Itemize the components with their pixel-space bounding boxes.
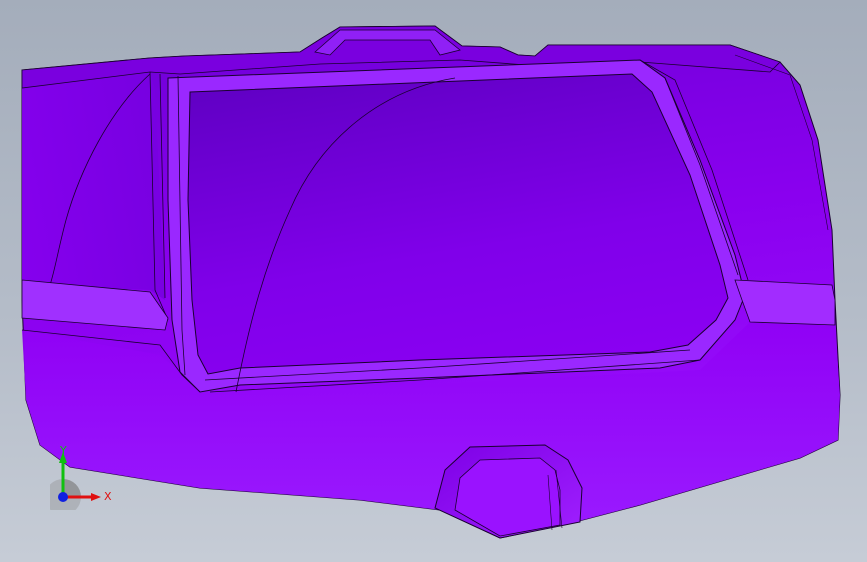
coordinate-triad: Y X (50, 444, 112, 510)
y-axis-label: Y (59, 444, 67, 457)
x-axis-label: X (104, 490, 112, 503)
pocket-inner-face (187, 73, 729, 375)
cad-part-model[interactable] (0, 0, 867, 562)
left-side-face (22, 72, 165, 300)
3d-viewport[interactable]: Y X (0, 0, 867, 562)
z-axis-dot (58, 492, 68, 502)
right-shoulder (734, 279, 836, 326)
x-axis-arrow (91, 493, 101, 501)
